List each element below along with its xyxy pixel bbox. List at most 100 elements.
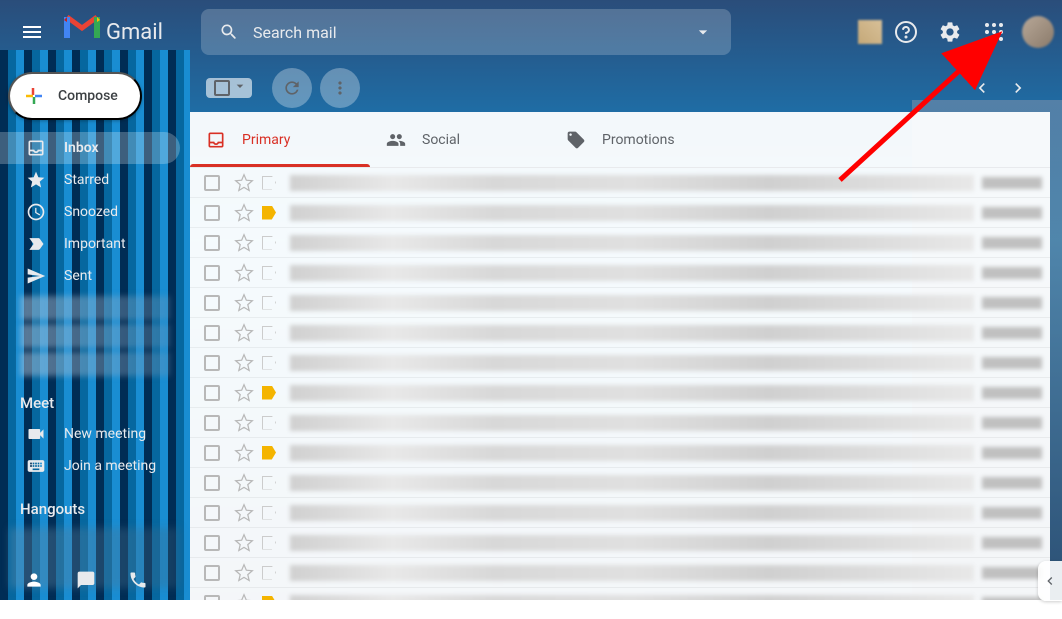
star-icon[interactable]	[234, 593, 254, 601]
star-icon[interactable]	[234, 293, 254, 313]
status-indicator[interactable]	[858, 20, 882, 44]
importance-marker[interactable]	[262, 296, 276, 310]
mail-checkbox[interactable]	[204, 175, 220, 191]
mail-checkbox[interactable]	[204, 475, 220, 491]
sidebar-item-snoozed[interactable]: Snoozed	[0, 196, 180, 228]
mail-checkbox[interactable]	[204, 355, 220, 371]
star-icon[interactable]	[234, 323, 254, 343]
star-icon[interactable]	[234, 383, 254, 403]
sidebar-item-sent[interactable]: Sent	[0, 260, 180, 292]
mail-checkbox[interactable]	[204, 445, 220, 461]
hangouts-phone-tab[interactable]	[124, 566, 152, 594]
mail-row[interactable]	[190, 378, 1050, 408]
mail-content-redacted	[290, 295, 974, 311]
search-input[interactable]	[249, 23, 683, 42]
importance-marker[interactable]	[262, 506, 276, 520]
sidebar-item-redacted[interactable]	[20, 296, 170, 320]
star-icon	[26, 170, 46, 190]
nav-label: Starred	[64, 172, 109, 188]
mail-checkbox[interactable]	[204, 535, 220, 551]
mail-checkbox[interactable]	[204, 205, 220, 221]
mail-row[interactable]	[190, 258, 1050, 288]
importance-marker[interactable]	[262, 266, 276, 280]
mail-row[interactable]	[190, 498, 1050, 528]
star-icon[interactable]	[234, 533, 254, 553]
importance-marker[interactable]	[262, 476, 276, 490]
importance-marker[interactable]	[262, 446, 276, 460]
importance-marker[interactable]	[262, 236, 276, 250]
sidebar-item-starred[interactable]: Starred	[0, 164, 180, 196]
search-options-button[interactable]	[683, 12, 723, 52]
account-avatar[interactable]	[1022, 16, 1054, 48]
tab-social[interactable]: Social	[370, 112, 550, 167]
select-all-button[interactable]	[206, 78, 252, 98]
mail-date-redacted	[982, 357, 1042, 369]
star-icon[interactable]	[234, 473, 254, 493]
mail-checkbox[interactable]	[204, 505, 220, 521]
search-icon[interactable]	[209, 12, 249, 52]
hangouts-contacts-tab[interactable]	[20, 566, 48, 594]
mail-row[interactable]	[190, 348, 1050, 378]
nav-label: Inbox	[64, 140, 99, 156]
star-icon[interactable]	[234, 263, 254, 283]
mail-row[interactable]	[190, 168, 1050, 198]
mail-checkbox[interactable]	[204, 415, 220, 431]
mail-checkbox[interactable]	[204, 325, 220, 341]
mail-row[interactable]	[190, 288, 1050, 318]
mail-checkbox[interactable]	[204, 265, 220, 281]
star-icon[interactable]	[234, 173, 254, 193]
apps-button[interactable]	[974, 12, 1014, 52]
tab-promotions[interactable]: Promotions	[550, 112, 730, 167]
next-page-button[interactable]	[1002, 72, 1034, 104]
star-icon[interactable]	[234, 233, 254, 253]
main-menu-button[interactable]	[8, 8, 56, 56]
gmail-logo[interactable]: Gmail	[64, 14, 163, 50]
join-meeting-button[interactable]: Join a meeting	[0, 450, 180, 482]
mail-content-redacted	[290, 475, 974, 491]
more-button[interactable]	[320, 68, 360, 108]
star-icon[interactable]	[234, 443, 254, 463]
mail-row[interactable]	[190, 408, 1050, 438]
mail-row[interactable]	[190, 318, 1050, 348]
mail-row[interactable]	[190, 558, 1050, 588]
compose-button[interactable]: Compose	[8, 72, 142, 120]
importance-marker[interactable]	[262, 176, 276, 190]
new-meeting-button[interactable]: New meeting	[0, 418, 180, 450]
importance-marker[interactable]	[262, 596, 276, 601]
mail-checkbox[interactable]	[204, 595, 220, 601]
side-panel-toggle[interactable]	[1038, 561, 1062, 601]
sidebar-item-important[interactable]: Important	[0, 228, 180, 260]
refresh-button[interactable]	[272, 68, 312, 108]
sidebar-item-redacted[interactable]	[20, 324, 170, 348]
mail-row[interactable]	[190, 228, 1050, 258]
mail-row[interactable]	[190, 198, 1050, 228]
importance-marker[interactable]	[262, 536, 276, 550]
mail-checkbox[interactable]	[204, 565, 220, 581]
hangouts-chats-tab[interactable]	[72, 566, 100, 594]
mail-checkbox[interactable]	[204, 235, 220, 251]
mail-row[interactable]	[190, 588, 1050, 600]
sidebar-item-inbox[interactable]: Inbox	[0, 132, 180, 164]
importance-marker[interactable]	[262, 566, 276, 580]
support-button[interactable]	[886, 12, 926, 52]
checkbox-icon	[214, 80, 230, 96]
importance-marker[interactable]	[262, 326, 276, 340]
importance-marker[interactable]	[262, 416, 276, 430]
mail-row[interactable]	[190, 468, 1050, 498]
star-icon[interactable]	[234, 503, 254, 523]
star-icon[interactable]	[234, 353, 254, 373]
mail-checkbox[interactable]	[204, 295, 220, 311]
star-icon[interactable]	[234, 563, 254, 583]
mail-row[interactable]	[190, 438, 1050, 468]
importance-marker[interactable]	[262, 206, 276, 220]
star-icon[interactable]	[234, 413, 254, 433]
mail-checkbox[interactable]	[204, 385, 220, 401]
prev-page-button[interactable]	[966, 72, 998, 104]
sidebar-item-redacted[interactable]	[20, 352, 170, 376]
importance-marker[interactable]	[262, 386, 276, 400]
importance-marker[interactable]	[262, 356, 276, 370]
mail-row[interactable]	[190, 528, 1050, 558]
settings-button[interactable]	[930, 12, 970, 52]
star-icon[interactable]	[234, 203, 254, 223]
tab-primary[interactable]: Primary	[190, 112, 370, 167]
